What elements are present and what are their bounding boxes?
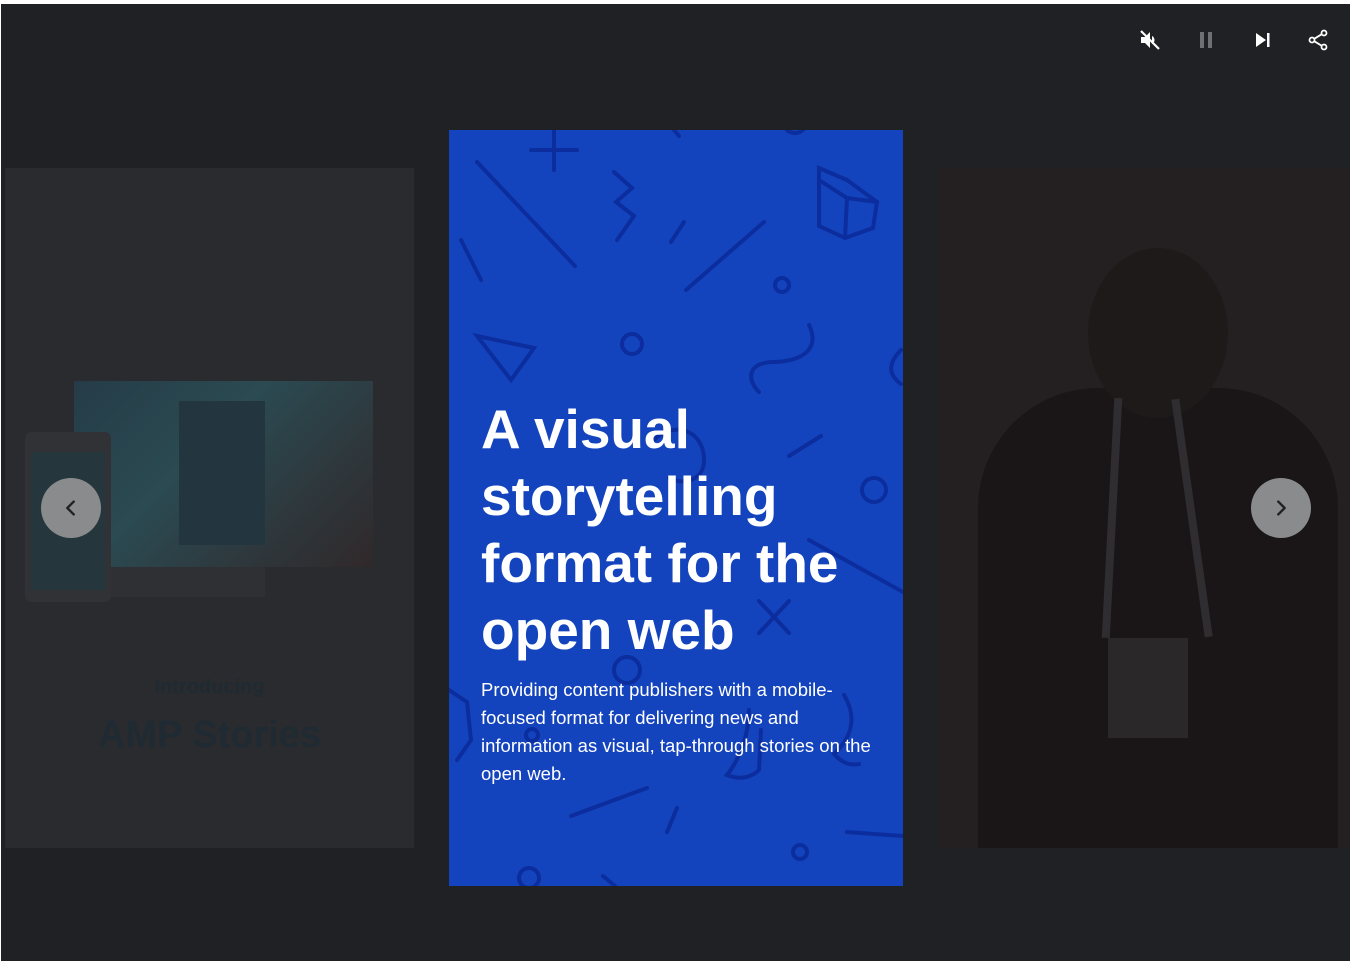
page-heading: A visual storytelling format for the ope… (481, 398, 839, 661)
previous-page-button[interactable] (41, 478, 101, 538)
story-viewer: Introducing AMP Stories A visual storyte… (1, 4, 1350, 961)
volume-off-icon (1140, 30, 1160, 50)
mute-button[interactable] (1130, 20, 1170, 60)
skip-next-icon (1256, 33, 1270, 47)
person-photo-body (978, 388, 1338, 848)
next-page-button[interactable] (1251, 478, 1311, 538)
previous-page-title: AMP Stories (97, 714, 322, 756)
page-description: Providing content publishers with a mobi… (481, 679, 871, 784)
desktop-mockup-image (74, 381, 373, 567)
current-story-page[interactable]: A visual storytelling format for the ope… (449, 130, 903, 886)
chevron-right-icon (1277, 500, 1286, 516)
share-button[interactable] (1298, 20, 1338, 60)
top-controls (1130, 20, 1338, 60)
desktop-story-card (179, 401, 265, 545)
chevron-left-icon (66, 500, 75, 516)
pause-button[interactable] (1186, 20, 1226, 60)
name-badge (1108, 638, 1188, 738)
skip-next-button[interactable] (1242, 20, 1282, 60)
share-icon (1308, 29, 1328, 51)
previous-page-intro: Introducing (154, 676, 265, 698)
person-photo-head (1088, 248, 1228, 418)
pause-icon (1200, 32, 1212, 48)
